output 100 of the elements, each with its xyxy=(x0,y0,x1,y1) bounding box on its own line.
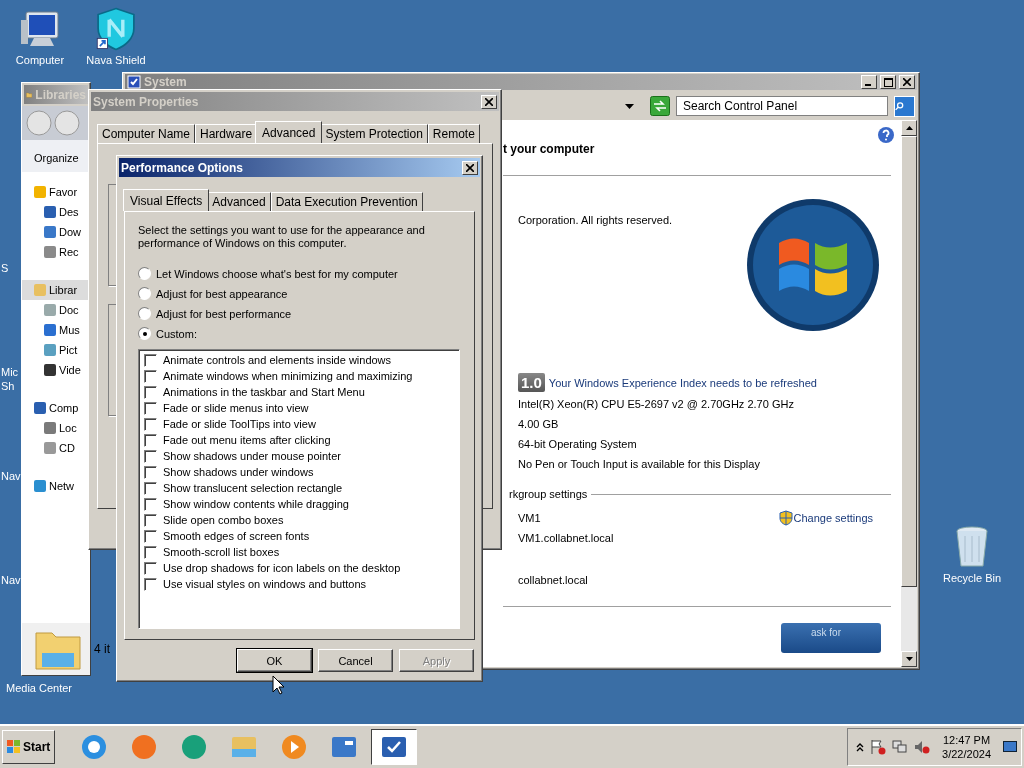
desktop-icon-label[interactable]: Nav xyxy=(1,470,21,482)
volume-icon[interactable] xyxy=(914,739,931,755)
effect-option[interactable]: Slide open combo boxes xyxy=(144,512,454,528)
radio-option[interactable]: Adjust for best performance xyxy=(138,306,461,321)
search-icon xyxy=(895,99,904,113)
checkbox[interactable] xyxy=(144,417,157,431)
desktop-icon-label[interactable]: Nav xyxy=(1,574,21,586)
effect-option[interactable]: Show shadows under windows xyxy=(144,464,454,480)
refresh-icon[interactable] xyxy=(650,96,670,116)
sidebar-item[interactable]: Rec xyxy=(22,242,90,262)
scrollbar[interactable] xyxy=(901,120,917,667)
desktop-icon-label[interactable]: Recycle Bin xyxy=(942,572,1002,584)
checkbox[interactable] xyxy=(144,465,157,479)
effect-option[interactable]: Animate windows when minimizing and maximizing xyxy=(144,368,454,384)
tab[interactable]: Advanced xyxy=(255,121,323,143)
desktop-icon-label[interactable]: Nava Shield xyxy=(86,54,146,66)
spec-value: 4.00 GB xyxy=(518,418,560,432)
checkbox[interactable] xyxy=(144,369,157,383)
radio-button[interactable] xyxy=(138,287,151,300)
full-computer-name: VM1.collabnet.local xyxy=(518,532,615,546)
desktop-icon-label[interactable]: Media Center xyxy=(6,682,73,694)
search-field[interactable]: Search Control Panel xyxy=(676,96,888,116)
intro-text: Select the settings you want to use for the appearance and performance of Windows on this computer. xyxy=(138,224,426,250)
checkbox[interactable] xyxy=(144,545,157,559)
help-icon[interactable] xyxy=(877,126,895,144)
experience-index-link[interactable]: Your Windows Experience Index needs to be refreshed xyxy=(548,376,817,389)
dialog-button[interactable]: Cancel xyxy=(318,649,393,672)
clock-time[interactable]: 12:47 PM xyxy=(943,733,991,747)
sidebar-item[interactable]: Dow xyxy=(22,222,90,242)
desktop-icon-label[interactable]: Sh xyxy=(1,380,15,392)
domain-name: collabnet.local xyxy=(518,574,589,588)
sidebar-item[interactable]: Netw xyxy=(22,476,90,496)
window-title: System xyxy=(144,75,187,89)
sidebar-item[interactable]: Doc xyxy=(22,300,90,320)
effect-option[interactable]: Show translucent selection rectangle xyxy=(144,480,454,496)
tab[interactable]: System Protection xyxy=(320,124,428,143)
chevron-icon[interactable] xyxy=(856,742,865,752)
tab[interactable]: Remote xyxy=(427,124,480,143)
checkbox[interactable] xyxy=(144,513,157,527)
effect-option[interactable]: Use visual styles on windows and buttons xyxy=(144,576,454,592)
effect-option[interactable]: Show shadows under mouse pointer xyxy=(144,448,454,464)
sidebar-item[interactable]: CD xyxy=(22,438,90,458)
tab[interactable]: Visual Effects xyxy=(123,189,210,211)
sidebar-item[interactable]: Loc xyxy=(22,418,90,438)
effect-option[interactable]: Smooth-scroll list boxes xyxy=(144,544,454,560)
checkbox[interactable] xyxy=(144,353,157,367)
effect-option[interactable]: Show window contents while dragging xyxy=(144,496,454,512)
checkbox[interactable] xyxy=(144,401,157,415)
checkbox[interactable] xyxy=(144,385,157,399)
sidebar-item[interactable]: Pict xyxy=(22,340,90,360)
radio-button[interactable] xyxy=(138,267,151,280)
caret-icon[interactable] xyxy=(625,103,634,109)
checkbox[interactable] xyxy=(144,497,157,511)
window-title: Performance Options xyxy=(121,160,244,175)
nav-icon xyxy=(44,364,56,376)
checkbox[interactable] xyxy=(144,561,157,575)
checkbox[interactable] xyxy=(144,433,157,447)
start-button[interactable]: Start xyxy=(2,730,56,764)
close-button[interactable] xyxy=(462,160,478,175)
checkbox[interactable] xyxy=(144,481,157,495)
tab[interactable]: Computer Name xyxy=(97,124,196,143)
sidebar-item[interactable]: Mus xyxy=(22,320,90,340)
sidebar-item[interactable]: Comp xyxy=(22,398,90,418)
dialog-button[interactable]: OK xyxy=(237,649,312,672)
effect-option[interactable]: Fade or slide ToolTips into view xyxy=(144,416,454,432)
tab[interactable]: Advanced xyxy=(207,192,271,211)
checkbox[interactable] xyxy=(144,449,157,463)
change-settings-link[interactable]: Change settings xyxy=(793,512,873,524)
taskbar-app-button[interactable] xyxy=(371,729,418,765)
effect-option[interactable]: Fade out menu items after clicking xyxy=(144,432,454,448)
flag-icon[interactable] xyxy=(870,739,887,755)
effect-option[interactable]: Animate controls and elements inside windows xyxy=(144,352,454,368)
radio-option[interactable]: Adjust for best appearance xyxy=(138,286,461,301)
desktop-icon-label[interactable]: Mic xyxy=(1,366,19,378)
sidebar-item[interactable]: Librar xyxy=(22,280,90,300)
sidebar-item[interactable]: Favor xyxy=(22,182,90,202)
spec-value: 64-bit Operating System xyxy=(518,438,638,452)
search-button[interactable] xyxy=(894,95,915,117)
radio-option[interactable]: Custom: xyxy=(138,326,461,341)
down-arrow-icon[interactable] xyxy=(905,657,913,661)
desktop-icon-label[interactable]: Computer xyxy=(15,54,65,66)
effect-option[interactable]: Use drop shadows for icon labels on the desktop xyxy=(144,560,454,576)
show-desktop-icon[interactable] xyxy=(1003,741,1017,753)
effect-option[interactable]: Smooth edges of screen fonts xyxy=(144,528,454,544)
genuine-badge[interactable]: ask for xyxy=(781,623,881,653)
radio-button[interactable] xyxy=(138,307,151,320)
network-icon[interactable] xyxy=(892,739,909,755)
sidebar-item[interactable]: Vide xyxy=(22,360,90,380)
desktop-icon-label[interactable]: S xyxy=(1,262,9,274)
radio-button[interactable] xyxy=(138,327,151,340)
clock-date[interactable]: 3/22/2024 xyxy=(942,747,991,761)
radio-option[interactable]: Let Windows choose what's best for my computer xyxy=(138,266,461,281)
tab[interactable]: Data Execution Prevention xyxy=(270,192,423,211)
tab[interactable]: Hardware xyxy=(195,124,258,143)
effect-option[interactable]: Fade or slide menus into view xyxy=(144,400,454,416)
checkbox[interactable] xyxy=(144,529,157,543)
effect-option[interactable]: Animations in the taskbar and Start Menu xyxy=(144,384,454,400)
up-arrow-icon[interactable] xyxy=(905,126,913,130)
close-icon xyxy=(485,97,493,106)
sidebar-item[interactable]: Des xyxy=(22,202,90,222)
